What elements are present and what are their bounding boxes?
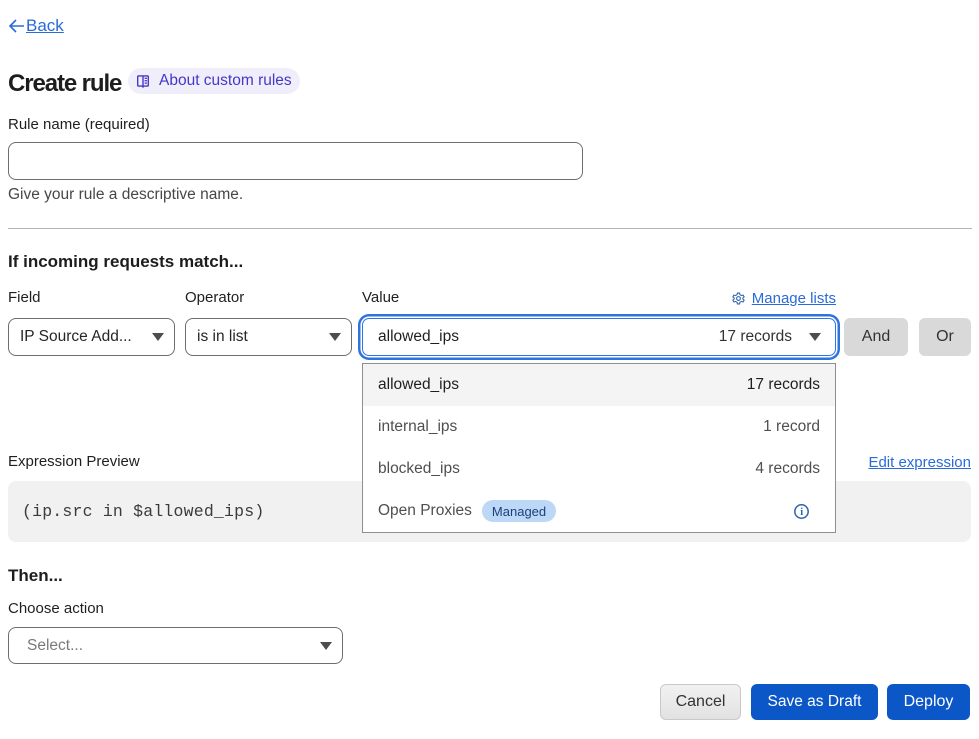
svg-text:i: i [800,507,803,518]
